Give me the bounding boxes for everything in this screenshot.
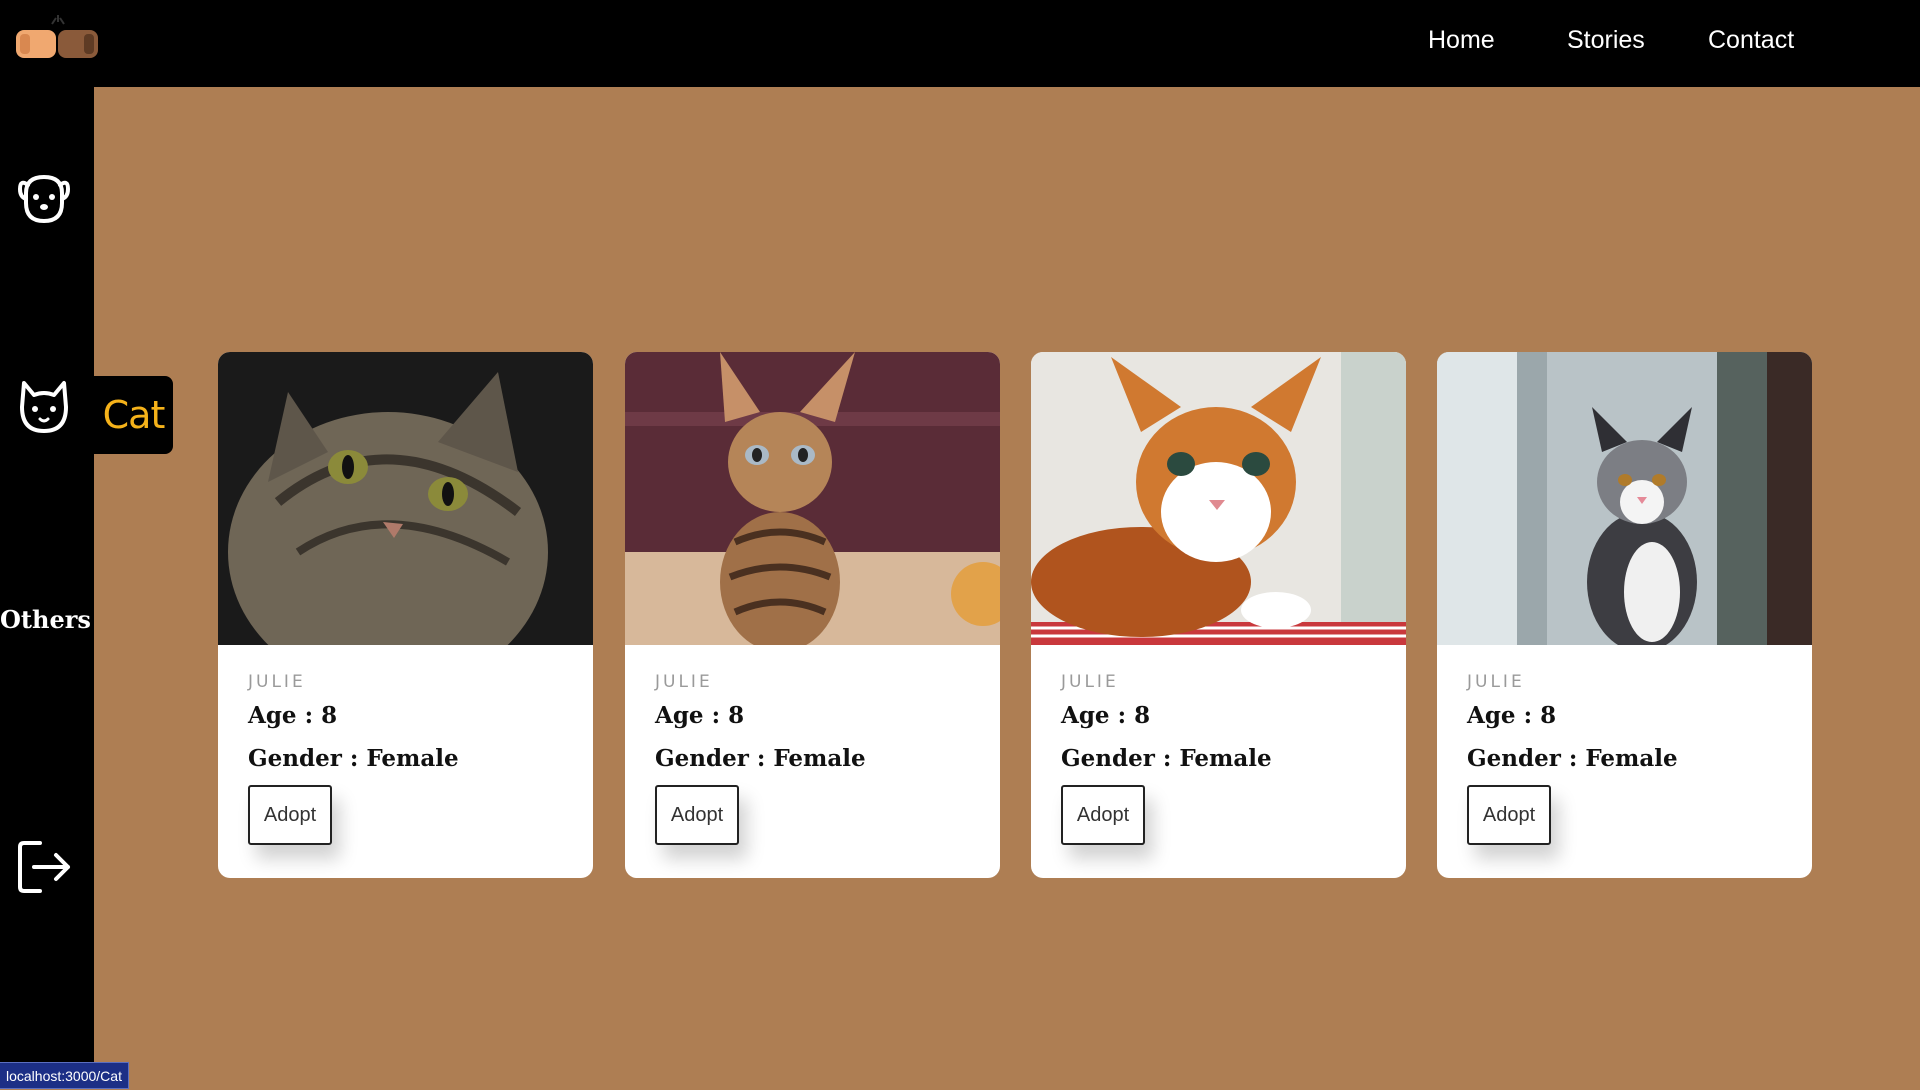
pet-age: Age : 8: [1467, 702, 1557, 729]
pet-photo: [218, 352, 593, 645]
logo-icon[interactable]: [14, 14, 100, 64]
pet-age: Age : 8: [1061, 702, 1151, 729]
pet-gender: Gender : Female: [655, 745, 866, 772]
status-url-tooltip: localhost:3000/Cat: [0, 1062, 129, 1089]
pet-photo: [1031, 352, 1406, 645]
pet-card: JULIE Age : 8 Gender : Female Adopt: [625, 352, 1000, 878]
nav-home-link[interactable]: Home: [1428, 26, 1495, 55]
adopt-button[interactable]: Adopt: [1061, 785, 1145, 845]
pet-gender: Gender : Female: [248, 745, 459, 772]
nav-contact-link[interactable]: Contact: [1708, 26, 1794, 55]
adopt-button[interactable]: Adopt: [248, 785, 332, 845]
pet-name: JULIE: [1467, 672, 1525, 692]
pet-card: JULIE Age : 8 Gender : Female Adopt: [1437, 352, 1812, 878]
pet-photo: [625, 352, 1000, 645]
pet-card: JULIE Age : 8 Gender : Female Adopt: [218, 352, 593, 878]
pet-name: JULIE: [248, 672, 306, 692]
dog-icon[interactable]: [14, 167, 74, 227]
pet-age: Age : 8: [655, 702, 745, 729]
pet-gender: Gender : Female: [1061, 745, 1272, 772]
pet-name: JULIE: [1061, 672, 1119, 692]
adopt-button[interactable]: Adopt: [655, 785, 739, 845]
cat-tooltip: Cat: [94, 376, 173, 454]
cat-icon[interactable]: [14, 377, 74, 437]
nav-stories-link[interactable]: Stories: [1567, 26, 1645, 55]
logout-icon[interactable]: [14, 837, 74, 897]
pet-name: JULIE: [655, 672, 713, 692]
adopt-button[interactable]: Adopt: [1467, 785, 1551, 845]
pet-gender: Gender : Female: [1467, 745, 1678, 772]
pet-photo: [1437, 352, 1812, 645]
pet-card: JULIE Age : 8 Gender : Female Adopt: [1031, 352, 1406, 878]
sidebar: [0, 87, 94, 1089]
pet-age: Age : 8: [248, 702, 338, 729]
top-navbar: Home Stories Contact: [0, 0, 1920, 87]
sidebar-item-others[interactable]: Others: [0, 605, 91, 634]
